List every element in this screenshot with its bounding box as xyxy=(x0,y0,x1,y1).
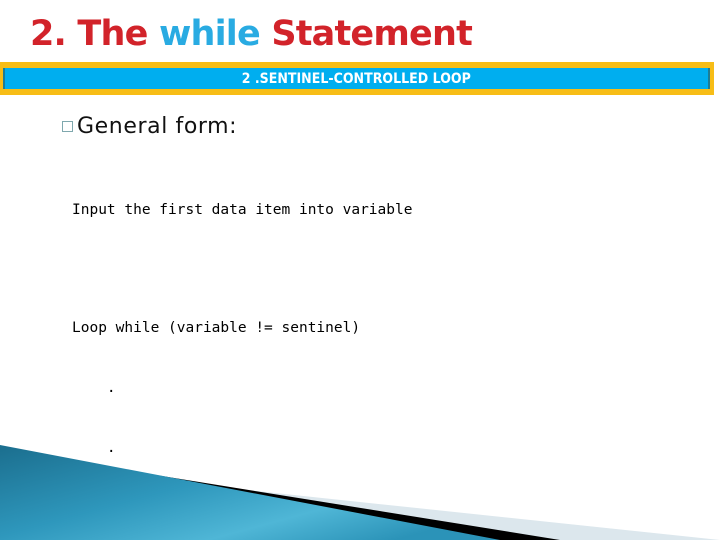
bullet-general-form-label: General form: xyxy=(77,114,238,139)
code-line: Input the first data item into variable xyxy=(72,202,413,218)
code-line: . xyxy=(72,500,116,516)
title-part-one: 2. The xyxy=(30,14,159,54)
section-banner-label: 2 .SENTINEL-CONTROLLED LOOP xyxy=(241,70,472,87)
hollow-square-bullet-icon xyxy=(62,121,73,132)
page-title: 2. The while Statement xyxy=(30,13,473,55)
section-banner-band: 2 .SENTINEL-CONTROLLED LOOP xyxy=(3,68,710,89)
pseudocode-block: Input the first data item into variable … xyxy=(72,160,412,540)
code-line: Loop while (variable != sentinel) xyxy=(72,320,361,336)
title-keyword-while: while xyxy=(158,14,261,54)
bullet-general-form: General form: xyxy=(62,114,237,139)
section-banner: 2 .SENTINEL-CONTROLLED LOOP xyxy=(0,62,714,95)
code-line: . xyxy=(72,380,116,396)
title-part-two: Statement xyxy=(259,14,473,54)
slide-canvas: 2. The while Statement 2 .SENTINEL-CONTR… xyxy=(0,0,720,540)
code-line: . xyxy=(72,440,116,456)
